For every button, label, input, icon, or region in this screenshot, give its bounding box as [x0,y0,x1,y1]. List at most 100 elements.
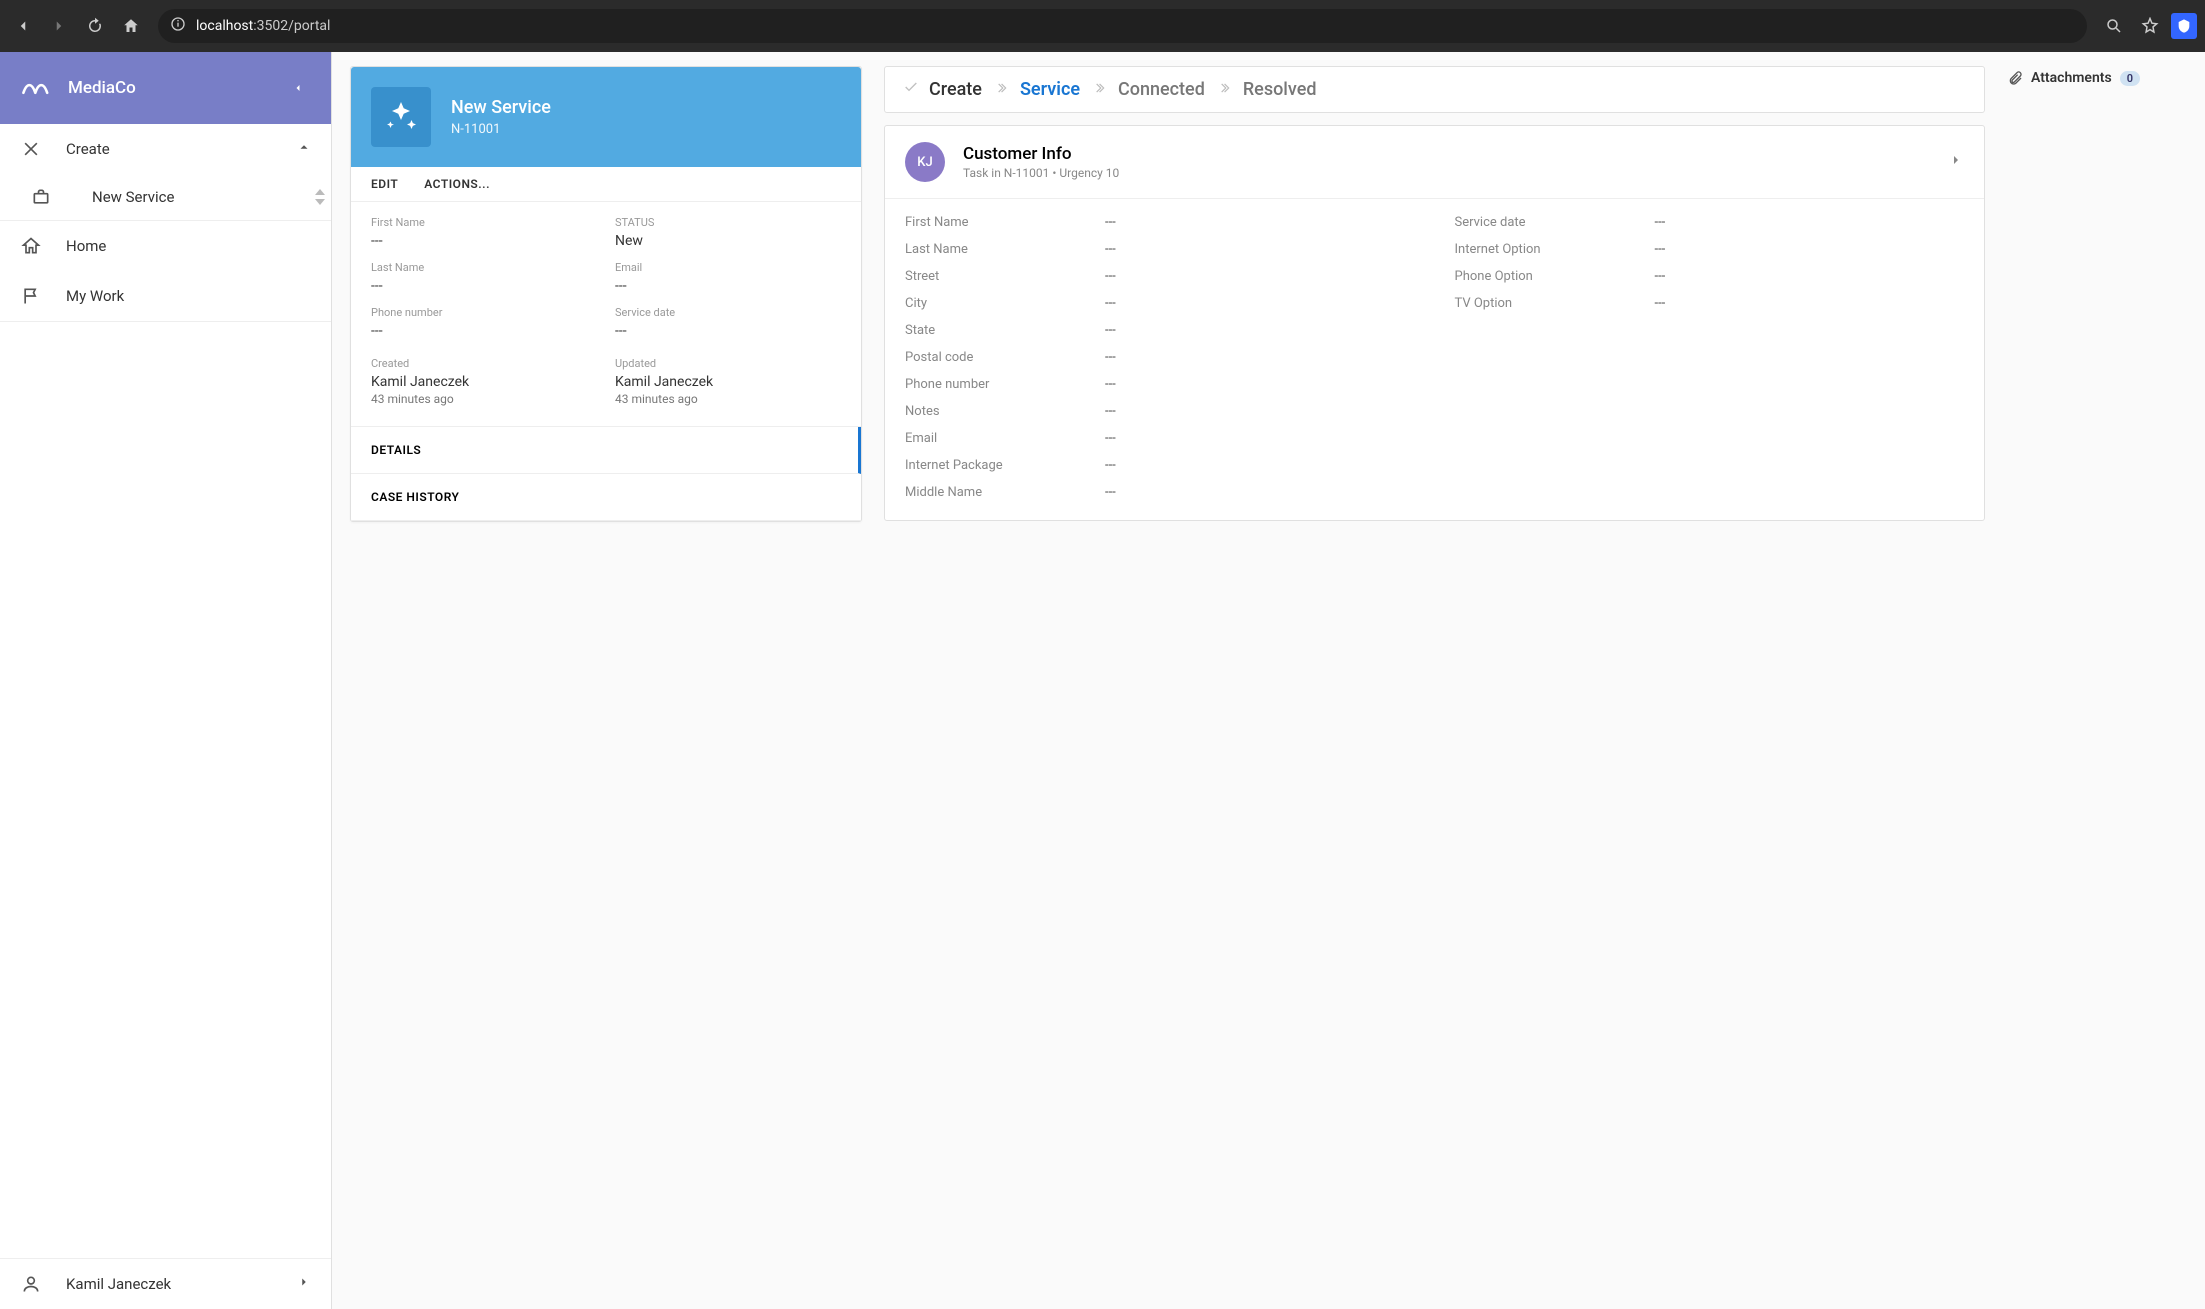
detail-label: Last Name [371,261,597,274]
browser-bookmark-button[interactable] [2135,11,2165,41]
case-meta-item: UpdatedKamil Janeczek43 minutes ago [615,357,841,406]
brand-name: MediaCo [68,78,136,98]
task-field-row: Phone Option--- [1455,263,1965,290]
field-label: Email [905,431,1105,446]
detail-label: Phone number [371,306,597,319]
field-value: --- [1655,269,1666,284]
field-value: --- [1105,242,1116,257]
case-detail-item: STATUS New [615,216,841,249]
case-actions-menu[interactable]: ACTIONS... [424,177,490,191]
case-summary-card: New Service N-11001 EDIT ACTIONS... Firs… [350,66,862,522]
task-expand-button[interactable] [1948,152,1964,172]
task-field-row: Internet Package--- [905,452,1415,479]
browser-zoom-button[interactable] [2099,11,2129,41]
field-label: Phone number [905,377,1105,392]
sidebar-user-menu[interactable]: Kamil Janeczek [0,1259,331,1309]
field-label: Street [905,269,1105,284]
chevron-right-icon [994,79,1008,100]
person-icon [20,1273,42,1295]
sidebar-header: MediaCo [0,52,331,124]
field-value: --- [1105,377,1116,392]
task-header: KJ Customer Info Task in N-11001 • Urgen… [885,126,1984,199]
task-field-row: Phone number--- [905,371,1415,398]
home-icon [20,235,42,257]
detail-value: New [615,233,841,249]
field-label: Internet Option [1455,242,1655,257]
task-field-row: State--- [905,317,1415,344]
sidebar-item-home[interactable]: Home [0,221,331,271]
field-label: Service date [1455,215,1655,230]
browser-reload-button[interactable] [80,11,110,41]
case-header: New Service N-11001 [351,67,861,167]
field-value: --- [1655,296,1666,311]
task-field-row: Last Name--- [905,236,1415,263]
field-value: --- [1105,404,1116,419]
detail-value: --- [615,323,841,339]
attachments-count: 0 [2120,71,2140,86]
field-value: --- [1105,431,1116,446]
detail-label: Email [615,261,841,274]
browser-home-button[interactable] [116,11,146,41]
chevron-up-icon [297,140,311,158]
detail-value: Kamil Janeczek [615,374,841,390]
sidebar-item-label: Home [66,237,311,255]
task-field-row: Middle Name--- [905,479,1415,506]
briefcase-icon [30,186,52,208]
detail-value: --- [371,233,597,249]
case-title: New Service [451,97,551,118]
tab-details[interactable]: DETAILS [351,427,861,474]
brand-logo[interactable]: MediaCo [20,75,136,101]
field-value: --- [1105,350,1116,365]
detail-value: --- [615,278,841,294]
sidebar-stepper-icon[interactable] [315,188,325,206]
stage-service[interactable]: Service [1020,79,1080,100]
stage-resolved[interactable]: Resolved [1243,79,1317,100]
browser-back-button[interactable] [8,11,38,41]
detail-value: --- [371,323,597,339]
site-info-icon[interactable] [170,16,186,36]
stage-connected[interactable]: Connected [1118,79,1205,100]
tab-case-history[interactable]: CASE HISTORY [351,474,861,521]
browser-forward-button[interactable] [44,11,74,41]
field-label: TV Option [1455,296,1655,311]
sidebar-item-label: New Service [92,188,311,206]
case-id: N-11001 [451,122,551,137]
sidebar-collapse-button[interactable] [285,75,311,101]
task-field-row: Email--- [905,425,1415,452]
task-subtitle: Task in N-11001 • Urgency 10 [963,166,1119,180]
case-meta-item: CreatedKamil Janeczek43 minutes ago [371,357,597,406]
task-field-row: Street--- [905,263,1415,290]
browser-extension-icon[interactable] [2171,13,2197,39]
detail-label: STATUS [615,216,841,229]
chevron-right-icon [1217,79,1231,100]
address-bar[interactable]: localhost:3502/portal [158,9,2087,43]
task-card: KJ Customer Info Task in N-11001 • Urgen… [884,125,1985,521]
attachments-label: Attachments [2031,70,2112,86]
sidebar: MediaCo Create New Service [0,52,332,1309]
chevron-right-icon [297,1275,311,1293]
sidebar-item-label: My Work [66,287,311,305]
sidebar-create-toggle[interactable]: Create [0,124,331,174]
sidebar-item-new-service[interactable]: New Service [0,174,331,220]
field-value: --- [1655,215,1666,230]
detail-value: --- [371,278,597,294]
task-field-row: Internet Option--- [1455,236,1965,263]
field-label: Notes [905,404,1105,419]
case-detail-item: Phone number --- [371,306,597,339]
stage-create[interactable]: Create [929,79,982,100]
close-icon [20,138,42,160]
detail-label: Service date [615,306,841,319]
field-label: First Name [905,215,1105,230]
attachments-button[interactable]: Attachments 0 [2007,70,2187,86]
task-field-row: Postal code--- [905,344,1415,371]
case-detail-item: Service date --- [615,306,841,339]
right-rail: Attachments 0 [2007,66,2187,86]
chevron-right-icon [1092,79,1106,100]
sidebar-item-mywork[interactable]: My Work [0,271,331,321]
case-edit-button[interactable]: EDIT [371,177,398,191]
task-field-row: City--- [905,290,1415,317]
check-icon [903,79,919,100]
avatar: KJ [905,142,945,182]
field-value: --- [1105,485,1116,500]
detail-label: Updated [615,357,841,370]
